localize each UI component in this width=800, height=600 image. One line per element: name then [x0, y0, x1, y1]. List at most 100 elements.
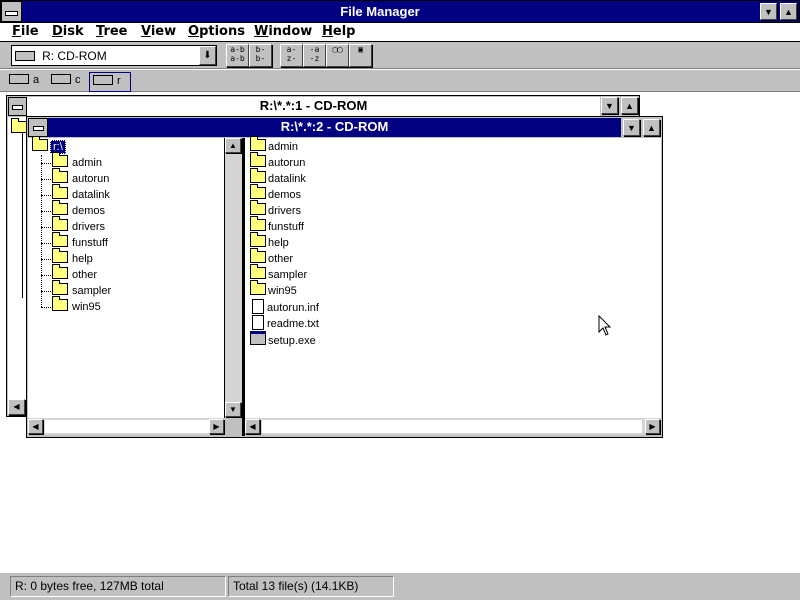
tree-scroll-left-button[interactable]: ◀ — [28, 419, 43, 434]
window-1-minimize-button[interactable]: ▼ — [601, 97, 618, 114]
file-name: sampler — [268, 269, 308, 281]
file-list-item[interactable]: setup.exe — [250, 331, 316, 347]
contents-scroll-left-button[interactable]: ◀ — [245, 419, 260, 434]
mouse-cursor-icon — [598, 315, 612, 336]
tree-horizontal-scrollbar[interactable]: ◀ ▶ — [28, 418, 225, 435]
file-list-item[interactable]: win95 — [250, 280, 297, 299]
file-list-item[interactable]: funstuff — [250, 216, 304, 235]
view-by-details-button[interactable]: -a -z — [303, 44, 326, 67]
directory-tree-pane[interactable]: r:\ admin autorun datalink demos drivers funs… — [28, 136, 225, 418]
tree-item-label: admin — [72, 157, 102, 169]
tree-item-label: other — [72, 269, 98, 281]
tree-branch-line — [41, 307, 51, 308]
app-title-bar[interactable]: File Manager ▼ ▲ — [0, 0, 800, 23]
file-list-item[interactable]: autorun.inf — [250, 299, 319, 315]
tree-scroll-right-button[interactable]: ▶ — [209, 419, 224, 434]
folder-icon — [250, 200, 266, 215]
tree-item-label: help — [72, 253, 93, 265]
disconnect-network-drive-button[interactable]: b-b- — [249, 44, 272, 67]
system-menu-button[interactable] — [1, 1, 22, 22]
file-list-item[interactable]: readme.txt — [250, 315, 319, 331]
window-1-system-menu-icon — [12, 105, 23, 110]
window-1-maximize-button[interactable]: ▲ — [621, 97, 638, 114]
tree-item-label: funstuff — [72, 237, 108, 249]
window-1-scroll-left-button[interactable]: ◀ — [8, 399, 25, 415]
tree-root[interactable]: r:\ — [32, 136, 66, 155]
file-list-item[interactable]: datalink — [250, 168, 306, 187]
drive-selector-dropdown-button[interactable]: ⬇ — [199, 46, 216, 65]
folder-icon — [52, 184, 68, 199]
folder-icon — [52, 216, 68, 231]
tree-scroll-thumb[interactable] — [45, 420, 209, 433]
tree-branch-line — [41, 163, 51, 164]
file-name: demos — [268, 189, 302, 201]
folder-icon — [250, 136, 266, 151]
menu-tree[interactable]: Tree — [96, 24, 128, 39]
cdrom-drive-icon — [93, 75, 113, 85]
file-name: admin — [268, 141, 298, 153]
window-1-tree-pane[interactable]: ◀ — [8, 117, 27, 415]
view-by-name-button[interactable]: a-z- — [280, 44, 303, 67]
tree-branch-line — [41, 275, 51, 276]
file-name: datalink — [268, 173, 306, 185]
tree-item-label: demos — [72, 205, 106, 217]
tree-branch-line — [41, 259, 51, 260]
window-2-system-menu-button[interactable] — [28, 118, 48, 137]
tree-item[interactable]: win95 — [52, 296, 101, 315]
directory-window-2[interactable]: R:\*.*:2 - CD-ROM ▼ ▲ r:\ admin autorun da… — [26, 116, 663, 438]
tree-item[interactable]: autorun — [52, 168, 109, 187]
contents-scroll-thumb[interactable] — [262, 420, 642, 433]
menu-file[interactable]: File — [12, 24, 39, 39]
floppy-drive-icon — [9, 74, 29, 84]
status-file-count: Total 13 file(s) (14.1KB) — [228, 576, 394, 597]
tree-item[interactable]: sampler — [52, 280, 111, 299]
tree-item[interactable]: datalink — [52, 184, 110, 203]
drive-r[interactable]: r — [89, 72, 131, 92]
window-1-title[interactable]: R:\*.*:1 - CD-ROM — [27, 97, 600, 116]
file-list-item[interactable]: sampler — [250, 264, 308, 283]
window-2-maximize-button[interactable]: ▲ — [643, 119, 660, 136]
tree-item[interactable]: funstuff — [52, 232, 108, 251]
tree-branch-line — [41, 179, 51, 180]
connect-network-drive-button[interactable]: a-b a-b — [226, 44, 249, 67]
folder-icon — [52, 264, 68, 279]
tree-item-label: drivers — [72, 221, 106, 233]
contents-horizontal-scrollbar[interactable]: ◀ ▶ — [245, 418, 661, 435]
file-name: readme.txt — [267, 318, 319, 330]
window-1-system-menu-button[interactable] — [8, 97, 27, 116]
window-2-title[interactable]: R:\*.*:2 - CD-ROM — [48, 118, 621, 137]
drive-r-label: r — [117, 75, 121, 87]
folder-icon — [52, 232, 68, 247]
menu-view[interactable]: View — [141, 24, 176, 39]
tree-vertical-scrollbar[interactable]: ▲ ▼ — [225, 138, 242, 418]
contents-scroll-right-button[interactable]: ▶ — [645, 419, 660, 434]
minimize-button[interactable]: ▼ — [760, 3, 777, 20]
directory-contents-pane[interactable]: admin autorun datalink demos drivers funstuff… — [245, 136, 661, 418]
file-list-item[interactable]: autorun — [250, 152, 305, 171]
hard-drive-icon — [51, 74, 71, 84]
app-title: File Manager — [340, 4, 420, 19]
folder-icon — [250, 248, 266, 263]
menu-options[interactable]: Options — [188, 24, 245, 39]
system-menu-icon — [5, 11, 18, 16]
folder-icon — [250, 168, 266, 183]
document-icon — [252, 299, 264, 314]
menu-window[interactable]: Window — [254, 24, 312, 39]
window-1-tree-line — [22, 133, 23, 298]
folder-icon — [250, 264, 266, 279]
menu-help[interactable]: Help — [322, 24, 355, 39]
open-folder-icon — [11, 118, 27, 133]
tree-scroll-up-button[interactable]: ▲ — [225, 138, 241, 153]
move-button[interactable]: ▣ — [349, 44, 372, 67]
tree-item-label: datalink — [72, 189, 110, 201]
tree-scroll-down-button[interactable]: ▼ — [225, 402, 241, 417]
copy-button[interactable]: ▢▢ — [326, 44, 349, 67]
maximize-button[interactable]: ▲ — [780, 3, 797, 20]
folder-icon — [52, 296, 68, 311]
drive-a[interactable]: a — [6, 72, 46, 90]
folder-icon — [250, 152, 266, 167]
window-2-minimize-button[interactable]: ▼ — [623, 119, 640, 136]
drive-selector[interactable]: R: CD-ROM ⬇ — [11, 45, 217, 66]
menu-disk[interactable]: Disk — [52, 24, 84, 39]
drive-c[interactable]: c — [48, 72, 88, 90]
